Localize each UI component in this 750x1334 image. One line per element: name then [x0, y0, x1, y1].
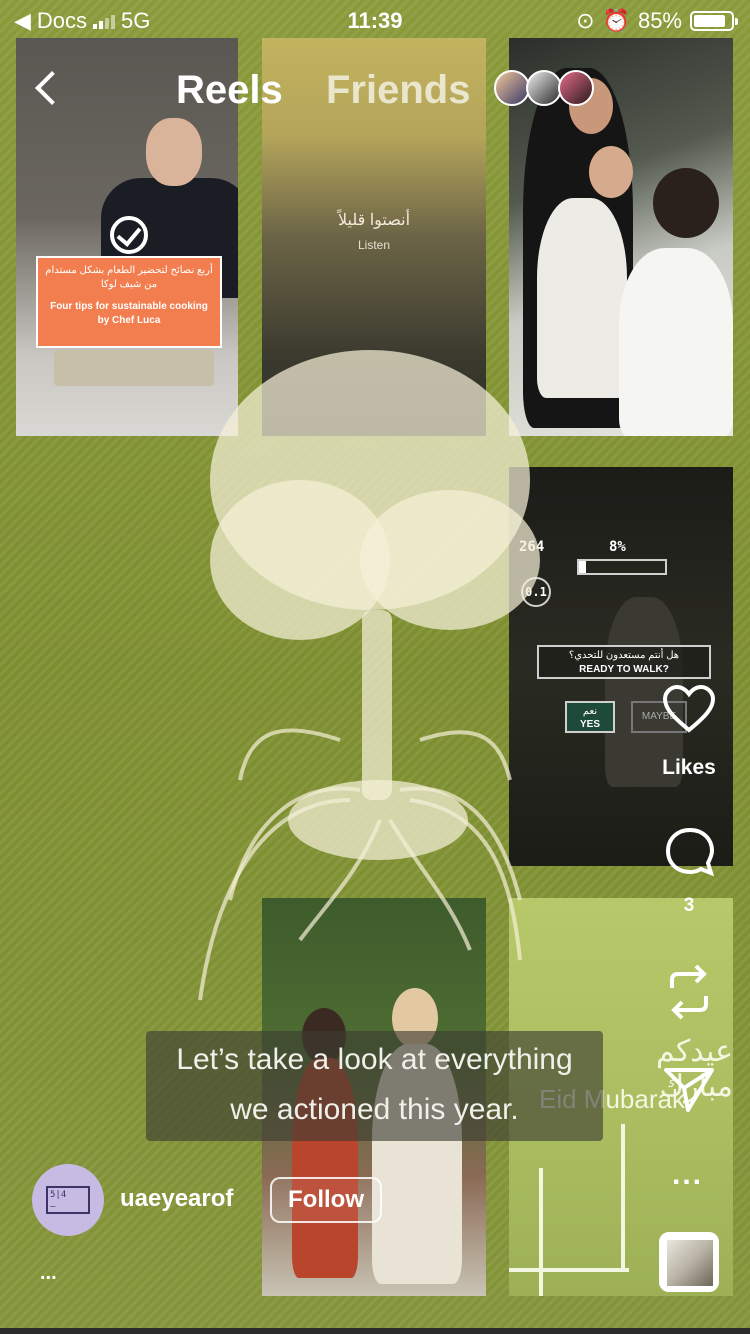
battery-percent: 85%: [637, 8, 682, 33]
account-avatar[interactable]: 5|4—: [32, 1164, 104, 1236]
caption-more[interactable]: ...: [40, 1262, 57, 1285]
more-options-button[interactable]: ...: [672, 1158, 703, 1192]
comment-icon[interactable]: [664, 826, 716, 878]
alarm-icon: ⏰: [602, 8, 630, 33]
likes-label[interactable]: Likes: [640, 756, 738, 780]
tab-friends[interactable]: Friends: [326, 68, 470, 113]
subtitle-line-1: Let’s take a look at everything: [176, 1043, 573, 1076]
friend-avatar: [526, 70, 562, 106]
status-right: ⊙ ⏰ 85%: [576, 8, 738, 34]
chevron-left-icon[interactable]: [30, 68, 70, 112]
battery-icon: [690, 11, 738, 31]
follow-button[interactable]: Follow: [270, 1177, 382, 1223]
home-indicator: [0, 1328, 750, 1334]
account-username[interactable]: uaeyearof: [120, 1185, 233, 1213]
caption-subtitle: Let’s take a look at everything we actio…: [146, 1031, 603, 1141]
tab-reels[interactable]: Reels: [176, 68, 283, 113]
comment-count[interactable]: 3: [660, 895, 718, 917]
status-bar: ◀ Docs 5G 11:39 ⊙ ⏰ 85%: [0, 0, 750, 40]
rotation-lock-icon: ⊙: [576, 8, 595, 33]
friend-avatar: [558, 70, 594, 106]
friend-avatar: [494, 70, 530, 106]
friends-avatars[interactable]: [494, 70, 594, 108]
send-icon[interactable]: [662, 1064, 716, 1114]
repost-icon[interactable]: [664, 962, 714, 1022]
heart-icon[interactable]: [662, 684, 716, 734]
audio-track-thumbnail[interactable]: [659, 1232, 719, 1292]
subtitle-line-2: we actioned this year.: [230, 1093, 519, 1126]
account-logo: 5|4—: [46, 1186, 90, 1214]
